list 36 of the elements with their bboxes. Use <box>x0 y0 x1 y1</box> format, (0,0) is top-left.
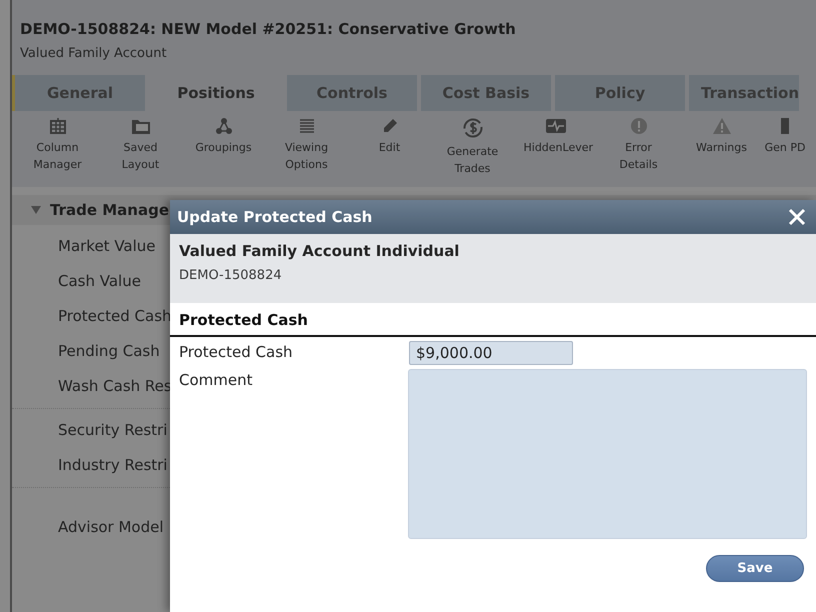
list-icon <box>298 117 316 135</box>
error-icon <box>630 117 648 135</box>
account-name: Valued Family Account Individual <box>179 242 460 260</box>
page-title: DEMO-1508824: NEW Model #20251: Conservative Growth <box>20 20 517 38</box>
save-button[interactable]: Save <box>706 555 804 582</box>
grid-icon <box>48 117 66 135</box>
tab[interactable]: Transaction <box>689 75 799 111</box>
toolbar-button[interactable]: Warnings <box>680 117 763 177</box>
toolbar-button[interactable]: Groupings <box>182 117 265 177</box>
close-button[interactable] <box>788 208 806 226</box>
page-subtitle: Valued Family Account <box>20 46 168 61</box>
nodes-icon <box>214 117 232 135</box>
pulse-icon <box>544 117 566 135</box>
toolbar-button[interactable]: Generate Trades <box>431 117 514 177</box>
warning-icon <box>712 117 732 135</box>
folder-icon <box>130 117 150 135</box>
toolbar-button[interactable]: Column Manager <box>16 117 99 177</box>
account-id: DEMO-1508824 <box>179 268 283 283</box>
tab[interactable]: General <box>15 75 145 111</box>
toolbar-button[interactable]: Saved Layout <box>99 117 182 177</box>
toolbar-button[interactable]: Gen PD <box>763 117 807 177</box>
tab[interactable]: Cost Basis <box>421 75 551 111</box>
toolbar-button[interactable]: Viewing Options <box>265 117 348 177</box>
field-label: Protected Cash <box>179 342 294 363</box>
field-label: Comment <box>179 370 254 391</box>
dialog-title: Update Protected Cash <box>177 208 372 226</box>
toolbar-button[interactable]: Edit <box>348 117 431 177</box>
toolbar-button[interactable]: HiddenLever <box>514 117 597 177</box>
tab[interactable]: Controls <box>287 75 417 111</box>
comment-field[interactable] <box>408 369 807 539</box>
dollar-cycle-icon <box>462 117 484 139</box>
tab[interactable]: Policy <box>555 75 685 111</box>
tree-group-label: Trade Manage <box>50 201 169 219</box>
toolbar-button[interactable]: Error Details <box>597 117 680 177</box>
section-heading: Protected Cash <box>170 303 816 337</box>
amount-field[interactable]: $9,000.00 <box>409 341 573 365</box>
